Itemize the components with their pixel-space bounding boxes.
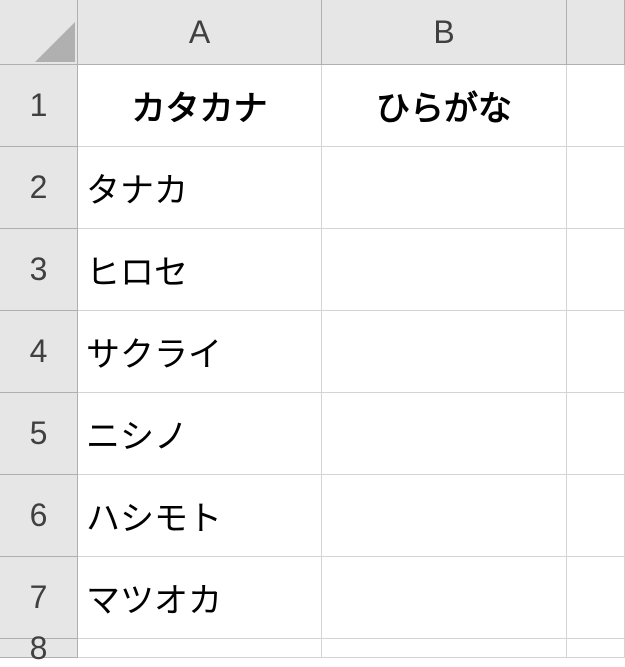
spreadsheet-grid[interactable]: A B 1 カタカナ ひらがな 2 タナカ 3 ヒロセ 4 サクライ 5 ニシノ… bbox=[0, 0, 625, 658]
cell-C2-partial[interactable] bbox=[567, 147, 625, 229]
select-all-triangle-icon bbox=[35, 22, 75, 62]
cell-C4-partial[interactable] bbox=[567, 311, 625, 393]
cell-A1[interactable]: カタカナ bbox=[78, 65, 322, 147]
column-header-B[interactable]: B bbox=[322, 0, 567, 65]
row-header-4[interactable]: 4 bbox=[0, 311, 78, 393]
cell-A8[interactable] bbox=[78, 639, 322, 658]
cell-C3-partial[interactable] bbox=[567, 229, 625, 311]
cell-B2[interactable] bbox=[322, 147, 567, 229]
row-header-6[interactable]: 6 bbox=[0, 475, 78, 557]
row-header-5[interactable]: 5 bbox=[0, 393, 78, 475]
cell-A7[interactable]: マツオカ bbox=[78, 557, 322, 639]
cell-C5-partial[interactable] bbox=[567, 393, 625, 475]
cell-B1[interactable]: ひらがな bbox=[322, 65, 567, 147]
cell-B7[interactable] bbox=[322, 557, 567, 639]
row-header-8[interactable]: 8 bbox=[0, 639, 78, 658]
cell-A3[interactable]: ヒロセ bbox=[78, 229, 322, 311]
cell-B4[interactable] bbox=[322, 311, 567, 393]
cell-C1-partial[interactable] bbox=[567, 65, 625, 147]
cell-C8-partial[interactable] bbox=[567, 639, 625, 658]
select-all-corner[interactable] bbox=[0, 0, 78, 65]
column-header-A[interactable]: A bbox=[78, 0, 322, 65]
row-header-1[interactable]: 1 bbox=[0, 65, 78, 147]
cell-C6-partial[interactable] bbox=[567, 475, 625, 557]
column-header-partial[interactable] bbox=[567, 0, 625, 65]
row-header-2[interactable]: 2 bbox=[0, 147, 78, 229]
cell-B5[interactable] bbox=[322, 393, 567, 475]
cell-A6[interactable]: ハシモト bbox=[78, 475, 322, 557]
cell-A4[interactable]: サクライ bbox=[78, 311, 322, 393]
cell-C7-partial[interactable] bbox=[567, 557, 625, 639]
row-header-3[interactable]: 3 bbox=[0, 229, 78, 311]
cell-A2[interactable]: タナカ bbox=[78, 147, 322, 229]
cell-B8[interactable] bbox=[322, 639, 567, 658]
cell-B3[interactable] bbox=[322, 229, 567, 311]
cell-A5[interactable]: ニシノ bbox=[78, 393, 322, 475]
row-header-7[interactable]: 7 bbox=[0, 557, 78, 639]
cell-B6[interactable] bbox=[322, 475, 567, 557]
